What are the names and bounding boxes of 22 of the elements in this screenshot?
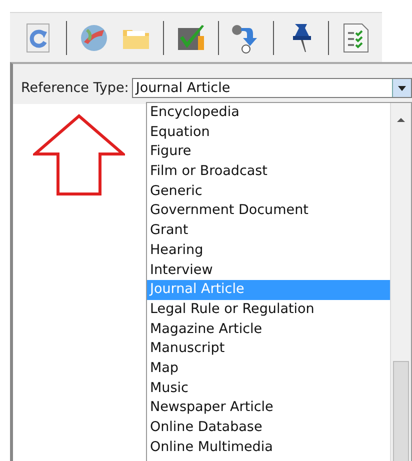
list-item[interactable]: Online Database: [147, 418, 390, 438]
reference-type-dropdown[interactable]: Journal Article: [132, 78, 412, 98]
checklist-icon[interactable]: [341, 22, 371, 54]
list-item[interactable]: Hearing: [147, 240, 390, 260]
list-item[interactable]: Music: [147, 378, 390, 398]
list-item[interactable]: Figure: [147, 142, 390, 162]
list-item[interactable]: Encyclopedia: [147, 103, 390, 123]
list-item[interactable]: Interview: [147, 260, 390, 280]
list-item[interactable]: Government Document: [147, 201, 390, 222]
list-item[interactable]: Generic: [147, 182, 390, 202]
list-item[interactable]: Magazine Article: [147, 320, 390, 340]
list-item[interactable]: Manuscript: [147, 339, 390, 359]
list-item[interactable]: Film or Broadcast: [147, 162, 390, 182]
list-item[interactable]: Grant: [147, 221, 390, 241]
list-item[interactable]: Newspaper Article: [147, 398, 390, 418]
list-item[interactable]: Online Multimedia: [147, 438, 390, 458]
list-item[interactable]: Equation: [147, 122, 390, 142]
reference-type-label: Reference Type:: [21, 80, 129, 96]
list-item[interactable]: Map: [147, 358, 390, 379]
list-item[interactable]: Legal Rule or Regulation: [147, 300, 390, 320]
scrollbar-thumb[interactable]: [393, 361, 409, 461]
scrollbar[interactable]: [390, 103, 411, 461]
